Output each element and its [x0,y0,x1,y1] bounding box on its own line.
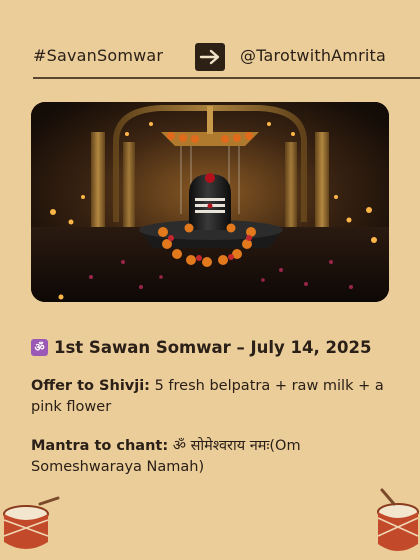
drum-icon-left [3,496,60,549]
mantra-label: Mantra to chant: [31,438,169,454]
om-icon: ॐ [31,339,48,356]
offer-label: Offer to Shivji: [31,378,150,394]
mantra-paragraph: Mantra to chant: ॐ सोमेश्वराय नमः(Om Som… [31,436,403,478]
right-arrow-icon [195,43,225,71]
event-heading: ॐ 1st Sawan Somwar – July 14, 2025 [31,338,403,357]
handle-label: @TarotwithAmrita [240,46,386,65]
header-bar: #SavanSomwar @TarotwithAmrita [0,0,420,82]
shivling-photo [31,102,389,302]
header-divider [33,77,420,79]
offer-paragraph: Offer to Shivji: 5 fresh belpatra + raw … [31,376,403,418]
event-heading-text: 1st Sawan Somwar – July 14, 2025 [54,338,372,357]
drum-icon-right [377,488,419,551]
hashtag-label: #SavanSomwar [33,46,164,65]
